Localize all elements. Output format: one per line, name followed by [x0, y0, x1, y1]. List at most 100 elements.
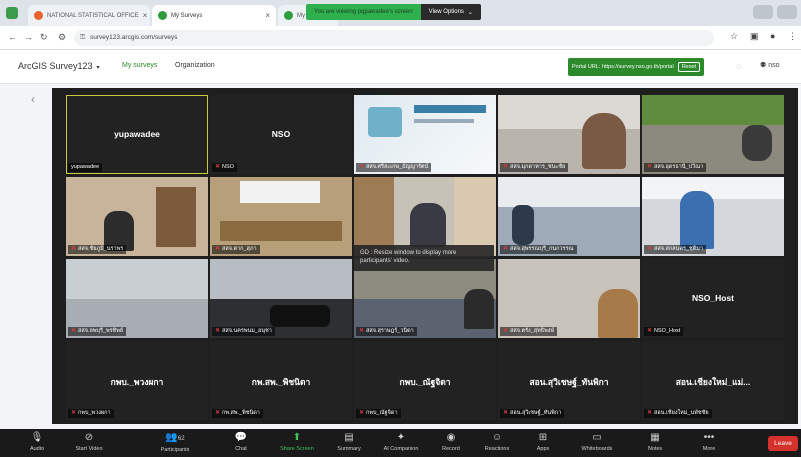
participant-label: ✕ กพบ_พวงผกา: [68, 409, 114, 418]
participant-label: ✕ สสจ.ลพบุรี_พรทิพย์: [68, 327, 127, 336]
participant-tile[interactable]: สอน.เชียงใหม่_แม่... ✕ สอน.เชียงใหม่_นพัช…: [642, 341, 784, 420]
participant-tile[interactable]: ✕ สสจ.มุกดาหาร_ชนะชัย: [498, 95, 640, 174]
participant-name: กพ.สพ._พิชนิดา: [251, 377, 311, 387]
muted-mic-icon: ✕: [215, 246, 221, 252]
app-switcher[interactable]: ArcGIS Survey123 ▾: [18, 61, 100, 71]
muted-mic-icon: ✕: [71, 410, 77, 416]
participant-tile[interactable]: ✕ สสจ.อุดรธานี_ปวีณา: [642, 95, 784, 174]
meeting-table: [220, 221, 342, 241]
bookshelf: [156, 187, 196, 247]
participant-tile[interactable]: ✕ สสจ.ชัยภูมิ_นราพร: [66, 177, 208, 256]
tab-title: NATIONAL STATISTICAL OFFICE: [47, 12, 139, 19]
url-field[interactable]: ⚿ survey123.arcgis.com/surveys: [74, 30, 714, 46]
chat-icon: 💬: [234, 432, 248, 443]
nso-favicon-icon: [34, 11, 43, 20]
participant-label: ✕ สสจ.อุดรธานี_ปวีณา: [644, 163, 707, 172]
bookmark-star-icon[interactable]: ☆: [730, 31, 738, 42]
person-figure: [464, 289, 494, 329]
notes-button[interactable]: ▦ Notes: [632, 431, 678, 453]
nav-my-surveys[interactable]: My surveys: [122, 62, 157, 69]
portal-reset-button[interactable]: Reset: [677, 62, 701, 72]
reload-icon[interactable]: ↻: [40, 32, 48, 43]
window-controls: [753, 5, 797, 19]
person-face: [598, 289, 638, 338]
audio-button[interactable]: 🎙 Audio: [14, 431, 60, 453]
participants-icon: 👥62: [165, 432, 185, 443]
help-icon[interactable]: ◌: [736, 61, 741, 71]
participants-button[interactable]: 👥62 Participants: [152, 431, 198, 454]
person-figure: [680, 191, 714, 249]
app-title: ArcGIS Survey123: [18, 61, 93, 71]
user-menu[interactable]: ⚉ nso: [760, 61, 780, 69]
chevron-left-icon[interactable]: ‹: [31, 92, 35, 106]
site-settings-icon[interactable]: ⚙: [58, 32, 66, 43]
chat-button[interactable]: 💬 Chat: [218, 431, 264, 453]
participant-label-text: yupawadee: [71, 164, 100, 170]
browser-menu-dots-icon[interactable]: ⋮: [788, 31, 797, 42]
participant-tile[interactable]: yupawadee yupawadee: [66, 95, 208, 174]
sidebar-icon[interactable]: ▣: [750, 31, 759, 42]
participant-name: กพบ._ณัฐจิดา: [399, 377, 451, 387]
participant-name: NSO_Host: [691, 293, 735, 303]
participant-tile[interactable]: ✕ สสจ.ตาก_สุภา: [210, 177, 352, 256]
close-tab-icon[interactable]: ×: [265, 11, 270, 20]
muted-mic-icon: ✕: [647, 410, 653, 416]
close-tab-icon[interactable]: ×: [143, 11, 148, 20]
profile-icon[interactable]: ●: [770, 31, 775, 41]
maximize-button[interactable]: [777, 5, 797, 19]
participant-label: ✕ สสจ.สุพรรณบุรี_กนกวรรณ: [500, 245, 577, 254]
participant-name: สอน.เชียงใหม่_แม่...: [675, 377, 751, 387]
share-screen-button[interactable]: ⬆ Share Screen: [274, 431, 320, 453]
summary-button[interactable]: ▤ Summary: [326, 431, 372, 453]
video-gallery: yupawadee yupawadee NSO ✕ NSO ✕ สสจ.ศรีสะเ…: [52, 88, 798, 424]
participant-tile[interactable]: สอน.สุวิเชษฐ์_ทันพิกา ✕ สอน.สุวิเชษฐ์_ทัน…: [498, 341, 640, 420]
participant-tile[interactable]: กพบ._ณัฐจิดา ✕ กพบ_ณัฐจิดา: [354, 341, 496, 420]
participant-label: ✕ สสจ.สกลนคร_ชุติมา: [644, 245, 707, 254]
muted-mic-icon: ✕: [503, 164, 509, 170]
forward-arrow-icon[interactable]: →: [24, 32, 33, 42]
apps-icon: ⊞: [538, 432, 548, 443]
more-button[interactable]: ••• More: [686, 431, 732, 453]
leave-button[interactable]: Leave: [768, 436, 798, 451]
participant-label-text: กพบ_พวงผกา: [78, 410, 111, 416]
participant-tile[interactable]: ✕ สสจ.ตรัง_สุทธิพงษ์: [498, 259, 640, 338]
participant-name: กพบ._พวงผกา: [110, 377, 164, 387]
nav-organization[interactable]: Organization: [175, 62, 215, 69]
record-button[interactable]: ◉ Record: [428, 431, 474, 453]
participant-tile[interactable]: NSO ✕ NSO: [210, 95, 352, 174]
record-label: Record: [442, 446, 460, 452]
reactions-button[interactable]: ☺ Reactions: [474, 431, 520, 453]
participant-tile[interactable]: ✕ สสจ.นครพนม_อนุชา: [210, 259, 352, 338]
ai-companion-button[interactable]: ✦ AI Companion: [378, 431, 424, 453]
participant-tile[interactable]: NSO_Host ✕ NSO_Host: [642, 259, 784, 338]
participant-tile[interactable]: ✕ สสจ.ลพบุรี_พรทิพย์: [66, 259, 208, 338]
participant-label: ✕ สสจ.ศรีสะเกษ_ธัญญารัตน์: [356, 163, 432, 172]
participant-label: ✕ สสจ.ตรัง_สุทธิพงษ์: [500, 327, 558, 336]
participant-tile[interactable]: ✕ สสจ.ศรีสะเกษ_ธัญญารัตน์: [354, 95, 496, 174]
share-screen-label: Share Screen: [280, 446, 314, 452]
browser-tab-nso[interactable]: NATIONAL STATISTICAL OFFICE ×: [28, 5, 150, 26]
participant-tile[interactable]: ✕ สสจ.สุพรรณบุรี_กนกวรรณ: [498, 177, 640, 256]
start-video-button[interactable]: ⊘ Start Video: [66, 431, 112, 453]
browser-menu-icon[interactable]: [6, 7, 18, 19]
view-options-button[interactable]: View Options ⌄: [420, 4, 481, 20]
participant-tile[interactable]: ✕ สสจ.สกลนคร_ชุติมา: [642, 177, 784, 256]
browser-tab-my-surveys[interactable]: My Surveys ×: [152, 5, 276, 26]
muted-mic-icon: ✕: [71, 328, 77, 334]
participant-label-text: กพ.สพ._พิชนิดา: [222, 410, 260, 416]
participant-label-text: สสจ.สุพรรณบุรี_กนกวรรณ: [510, 246, 574, 252]
meeting-toolbar: 🎙 Audio ⊘ Start Video 👥62 Participants 💬…: [0, 429, 801, 457]
apps-button[interactable]: ⊞ Apps: [520, 431, 566, 453]
back-arrow-icon[interactable]: ←: [8, 32, 17, 42]
muted-mic-icon: ✕: [359, 328, 365, 334]
participant-tile[interactable]: กพบ._พวงผกา ✕ กพบ_พวงผกา: [66, 341, 208, 420]
minimize-button[interactable]: [753, 5, 773, 19]
whiteboards-button[interactable]: ▭ Whiteboards: [574, 431, 620, 453]
office-ceiling: [66, 259, 208, 299]
muted-mic-icon: ✕: [503, 410, 509, 416]
resize-tooltip: GD : Resize window to display more parti…: [354, 245, 494, 271]
participant-tile[interactable]: กพ.สพ._พิชนิดา ✕ กพ.สพ._พิชนิดา: [210, 341, 352, 420]
record-icon: ◉: [446, 432, 456, 443]
muted-mic-icon: ✕: [647, 164, 653, 170]
slide-graphic: [368, 107, 402, 137]
